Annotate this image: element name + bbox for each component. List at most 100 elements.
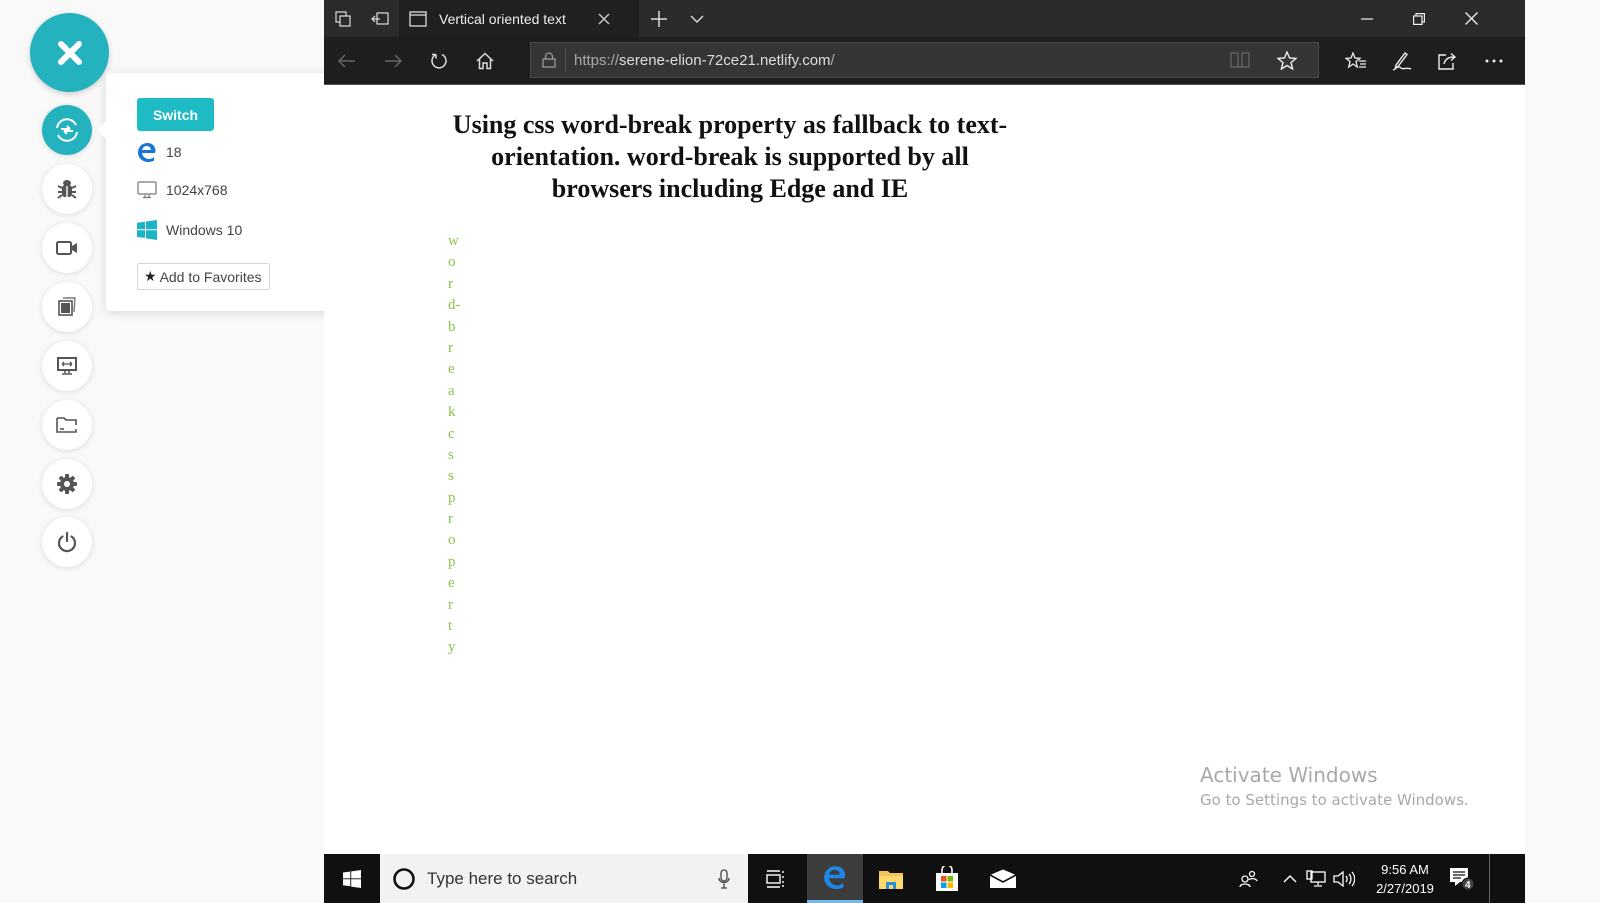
mail-icon	[989, 869, 1017, 888]
screen-resolution-button[interactable]	[42, 341, 92, 391]
favorites-hub-button[interactable]	[1333, 37, 1379, 85]
tab-preview-icon	[334, 10, 351, 27]
clock-time: 9:56 AM	[1381, 862, 1429, 877]
microsoft-store-icon	[936, 865, 958, 891]
os-row: Windows 10	[137, 220, 242, 240]
tab-list-button[interactable]	[679, 0, 715, 37]
vertical-letter: k	[448, 404, 456, 421]
search-placeholder: Type here to search	[427, 868, 578, 888]
plus-icon	[651, 10, 667, 27]
reading-view-icon[interactable]	[1230, 52, 1250, 68]
vertical-letter: e	[448, 361, 455, 378]
vertical-letter: t	[448, 618, 453, 635]
browser-version-row: 18	[137, 142, 182, 162]
settings-button[interactable]	[42, 459, 92, 509]
close-toolbar-button[interactable]	[30, 13, 109, 92]
arrow-right-icon	[385, 54, 402, 68]
record-video-button[interactable]	[42, 223, 92, 273]
windows-taskbar: Type here to search 9:56 AM 2/27/2019 4	[324, 854, 1525, 903]
taskbar-store-button[interactable]	[919, 854, 975, 903]
web-page-content: Using css word-break property as fallbac…	[324, 86, 1525, 854]
home-icon	[476, 52, 494, 70]
network-icon	[1306, 869, 1326, 887]
vertical-letter: r	[448, 596, 453, 613]
microphone-icon[interactable]	[718, 868, 730, 889]
url-protocol: https://	[574, 51, 620, 69]
share-button[interactable]	[1425, 37, 1471, 85]
switch-button[interactable]: Switch	[137, 98, 214, 131]
activate-windows-watermark: Activate Windows Go to Settings to activ…	[1200, 762, 1469, 812]
network-button[interactable]	[1303, 854, 1329, 903]
people-button[interactable]	[1234, 854, 1264, 903]
edge-icon	[824, 866, 846, 889]
power-icon	[57, 531, 77, 553]
resolution-value: 1024x768	[166, 182, 228, 198]
notification-count: 4	[1465, 880, 1471, 891]
back-button[interactable]	[324, 37, 370, 85]
volume-button[interactable]	[1330, 854, 1358, 903]
show-desktop-divider[interactable]	[1489, 854, 1490, 903]
folder-icon	[56, 417, 77, 433]
page-heading: Using css word-break property as fallbac…	[452, 110, 1008, 203]
chevron-down-icon	[690, 15, 704, 23]
vertical-letter: o	[448, 532, 456, 549]
refresh-icon	[431, 53, 447, 69]
close-window-button[interactable]	[1448, 0, 1495, 37]
restore-icon	[1412, 12, 1425, 25]
forward-button[interactable]	[370, 37, 416, 85]
switch-browser-button[interactable]	[42, 105, 92, 155]
browser-version: 18	[166, 144, 182, 160]
web-note-button[interactable]	[1379, 37, 1425, 85]
home-button[interactable]	[462, 37, 508, 85]
resolution-row: 1024x768	[137, 181, 228, 199]
bug-report-button[interactable]	[42, 164, 92, 214]
taskbar-file-explorer-button[interactable]	[863, 854, 919, 903]
gear-icon	[57, 474, 77, 494]
taskbar-clock[interactable]: 9:56 AM 2/27/2019	[1370, 860, 1440, 898]
more-menu-button[interactable]	[1471, 37, 1517, 85]
windows-logo-icon	[137, 220, 157, 240]
show-hidden-icons-button[interactable]	[1279, 854, 1301, 903]
url-path: /	[830, 51, 835, 69]
taskbar-search-box[interactable]: Type here to search	[380, 854, 748, 903]
clock-date: 2/27/2019	[1376, 881, 1434, 896]
url-text[interactable]: https://serene-elion-72ce21.netlify.com/	[574, 52, 835, 69]
close-icon	[57, 40, 82, 65]
url-host: serene-elion-72ce21.netlify.com	[619, 51, 831, 69]
edge-browser-icon	[138, 143, 156, 162]
task-view-icon	[766, 869, 784, 888]
add-favorite-star-icon[interactable]	[1277, 50, 1297, 70]
pen-icon	[1392, 52, 1412, 71]
tab-title: Vertical oriented text	[439, 10, 566, 27]
file-explorer-icon	[879, 870, 903, 889]
add-to-favorites-label: Add to Favorites	[159, 268, 262, 285]
address-bar[interactable]: https://serene-elion-72ce21.netlify.com/	[530, 42, 1319, 78]
tab-vertical-oriented-text[interactable]: Vertical oriented text	[399, 0, 639, 37]
restore-button[interactable]	[1395, 0, 1442, 37]
activate-windows-title: Activate Windows	[1200, 763, 1378, 787]
task-view-button[interactable]	[748, 854, 804, 903]
share-icon	[1438, 52, 1457, 70]
minimize-button[interactable]	[1343, 0, 1390, 37]
file-manager-button[interactable]	[42, 400, 92, 450]
title-bar: Vertical oriented text	[324, 0, 1525, 37]
add-to-favorites-button[interactable]: ★ Add to Favorites	[137, 263, 270, 290]
vertical-text: w o r d-b r e a k c s s p r o p e r t y	[448, 231, 468, 659]
bug-icon	[57, 180, 77, 199]
people-icon	[1239, 870, 1258, 887]
end-session-button[interactable]	[42, 517, 92, 567]
vertical-letter: e	[448, 575, 455, 592]
action-center-button[interactable]: 4	[1442, 854, 1482, 903]
refresh-button[interactable]	[416, 37, 462, 85]
taskbar-mail-button[interactable]	[975, 854, 1031, 903]
new-tab-button[interactable]	[639, 0, 679, 37]
start-button[interactable]	[324, 854, 380, 903]
screenshot-gallery-button[interactable]	[42, 282, 92, 332]
taskbar-edge-button[interactable]	[807, 854, 863, 903]
close-tab-icon[interactable]	[597, 12, 611, 26]
set-aside-tabs-icon	[371, 11, 389, 25]
set-aside-tabs-button[interactable]	[361, 0, 399, 37]
close-window-icon	[1465, 12, 1478, 25]
tab-preview-button[interactable]	[324, 0, 361, 37]
minimize-icon	[1360, 17, 1373, 20]
